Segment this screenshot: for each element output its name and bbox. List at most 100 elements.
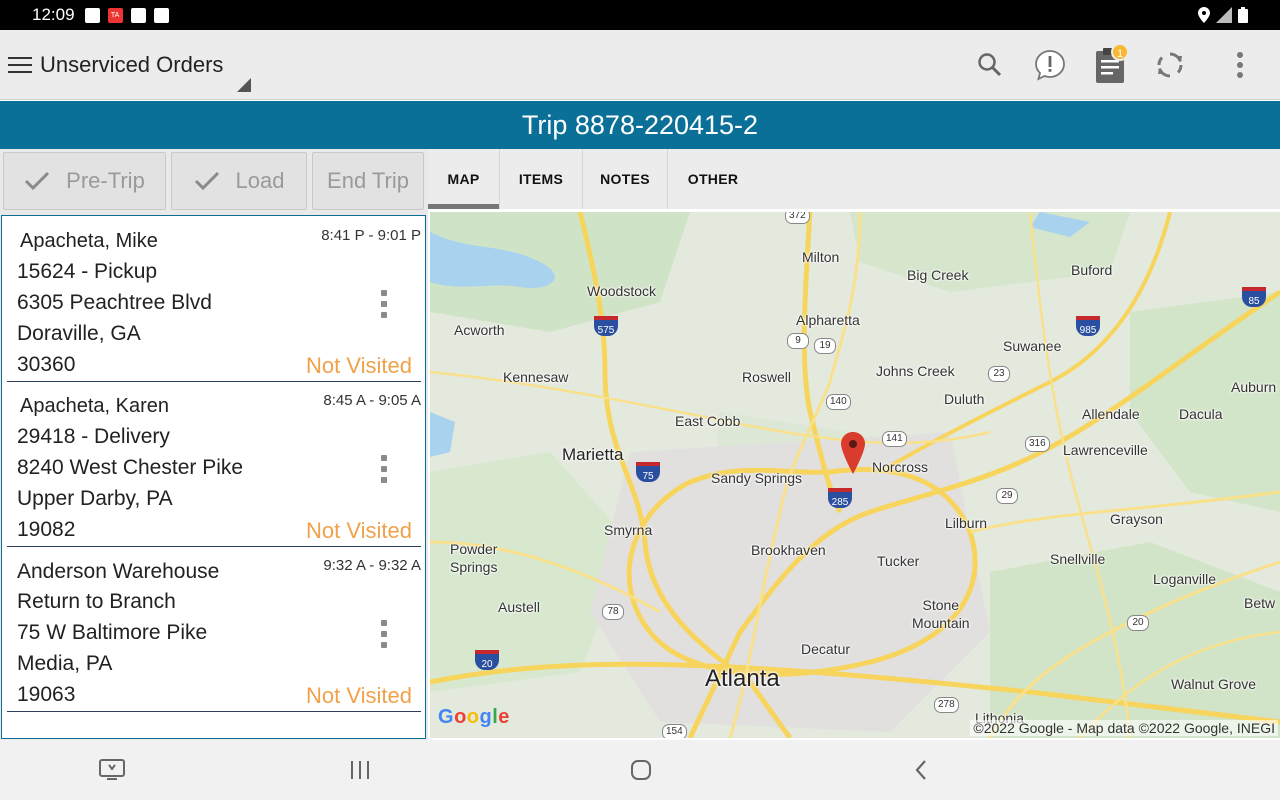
stop-item[interactable]: Anderson Warehouse 9:32 A - 9:32 A Retur… bbox=[7, 546, 421, 712]
trip-banner: Trip 8878-220415-2 bbox=[0, 101, 1280, 149]
overflow-menu-icon bbox=[1237, 51, 1243, 78]
stop-zip: 19082 bbox=[17, 518, 76, 541]
pre-trip-button[interactable]: Pre-Trip bbox=[3, 152, 166, 210]
map-label: Dacula bbox=[1179, 406, 1223, 422]
stop-city: Media, PA bbox=[17, 652, 113, 675]
alerts-button[interactable] bbox=[1020, 30, 1080, 100]
map-pin-icon[interactable] bbox=[841, 432, 865, 474]
route-shield: 23 bbox=[988, 366, 1010, 382]
recent-apps-button[interactable] bbox=[330, 740, 390, 800]
stop-item[interactable]: Apacheta, Mike 8:41 P - 9:01 P 15624 - P… bbox=[7, 216, 421, 382]
stop-item[interactable]: Apacheta, Karen 8:45 A - 9:05 A 29418 - … bbox=[7, 381, 421, 547]
map-label: Marietta bbox=[562, 445, 624, 464]
map-label: Big Creek bbox=[907, 267, 969, 283]
route-shield: 78 bbox=[602, 604, 624, 620]
pre-trip-label: Pre-Trip bbox=[66, 168, 145, 193]
overflow-menu-button[interactable] bbox=[1200, 30, 1280, 100]
tab-notes[interactable]: NOTES bbox=[583, 149, 667, 209]
route-shield: 20 bbox=[1127, 615, 1149, 631]
back-icon bbox=[915, 760, 926, 780]
stop-zip: 19063 bbox=[17, 683, 76, 706]
stop-time-window: 8:45 A - 9:05 A bbox=[323, 392, 421, 409]
map-label: Betw bbox=[1244, 595, 1276, 611]
route-shield: 141 bbox=[882, 431, 907, 447]
detail-tabs: MAP ITEMS NOTES OTHER bbox=[428, 149, 1280, 209]
map-label: Sandy Springs bbox=[711, 470, 803, 486]
status-time: 12:09 bbox=[32, 5, 75, 24]
game-icon bbox=[130, 7, 146, 23]
home-button[interactable] bbox=[611, 740, 671, 800]
route-shield: 278 bbox=[934, 697, 959, 713]
hamburger-menu-button[interactable] bbox=[0, 30, 40, 100]
signal-icon bbox=[1216, 7, 1232, 23]
stop-status: Not Visited bbox=[306, 353, 412, 378]
page-title: Unserviced Orders bbox=[40, 51, 224, 77]
route-shield: 9 bbox=[787, 333, 809, 349]
stop-more-button[interactable] bbox=[377, 290, 391, 318]
map-label: Kennesaw bbox=[503, 369, 569, 385]
end-trip-label: End Trip bbox=[327, 168, 409, 193]
map-label: Grayson bbox=[1110, 511, 1163, 527]
calendar-icon: TA bbox=[107, 7, 123, 23]
map-label: Austell bbox=[498, 599, 541, 615]
map-label: Allendale bbox=[1082, 406, 1140, 422]
route-shield: 140 bbox=[826, 394, 851, 410]
tab-map[interactable]: MAP bbox=[428, 149, 499, 209]
map-view[interactable]: Milton Big Creek Buford Woodstock Acwort… bbox=[430, 212, 1280, 738]
end-trip-button[interactable]: End Trip bbox=[312, 152, 424, 210]
stop-name: Anderson Warehouse bbox=[17, 560, 220, 583]
interstate-shield: 985 bbox=[1076, 316, 1100, 336]
clipboard-button[interactable]: 1 bbox=[1080, 30, 1140, 100]
image-icon bbox=[153, 7, 169, 23]
trip-title: Trip 8878-220415-2 bbox=[521, 109, 759, 140]
route-shield: 154 bbox=[662, 724, 687, 738]
stop-city: Doraville, GA bbox=[17, 322, 141, 345]
sync-icon bbox=[1157, 52, 1183, 77]
alert-message-icon bbox=[1035, 49, 1065, 81]
map-label: Smyrna bbox=[604, 522, 653, 538]
map-label: Johns Creek bbox=[876, 363, 955, 379]
map-label: Duluth bbox=[944, 391, 985, 407]
tab-map-label: MAP bbox=[447, 171, 480, 187]
map-label: Powder Springs bbox=[450, 541, 498, 575]
search-icon bbox=[978, 52, 1002, 76]
map-label: Roswell bbox=[742, 369, 792, 385]
screen-icon bbox=[99, 759, 125, 780]
photo-icon bbox=[84, 7, 100, 23]
stop-status: Not Visited bbox=[306, 518, 412, 543]
home-icon bbox=[631, 760, 651, 780]
recent-apps-icon bbox=[351, 761, 369, 779]
status-bar: 12:09 TA bbox=[0, 0, 1280, 30]
stop-status: Not Visited bbox=[306, 683, 412, 708]
map-label: Walnut Grove bbox=[1171, 676, 1257, 692]
route-shield: 29 bbox=[996, 488, 1018, 504]
map-label: Brookhaven bbox=[751, 542, 826, 558]
stop-more-button[interactable] bbox=[377, 620, 391, 648]
map-label: Alpharetta bbox=[796, 312, 860, 328]
screen-button[interactable] bbox=[82, 740, 142, 800]
search-button[interactable] bbox=[960, 30, 1020, 100]
interstate-shield: 575 bbox=[594, 316, 618, 336]
stop-list-pane: Pre-Trip Load End Trip Apacheta, Mike 8:… bbox=[0, 149, 428, 740]
map-label: Auburn bbox=[1231, 379, 1277, 395]
stop-list: Apacheta, Mike 8:41 P - 9:01 P 15624 - P… bbox=[1, 215, 426, 739]
load-button[interactable]: Load bbox=[171, 152, 307, 210]
map-label: Tucker bbox=[877, 553, 920, 569]
stop-more-button[interactable] bbox=[377, 455, 391, 483]
view-selector-dropdown[interactable]: Unserviced Orders bbox=[40, 30, 252, 100]
location-icon bbox=[1198, 7, 1210, 23]
map-label: Lawrenceville bbox=[1063, 442, 1148, 458]
stop-city: Upper Darby, PA bbox=[17, 487, 173, 510]
stop-order: Return to Branch bbox=[17, 590, 176, 613]
app-bar: Unserviced Orders 1 bbox=[0, 30, 1280, 100]
map-label: Atlanta bbox=[705, 665, 780, 692]
tab-notes-label: NOTES bbox=[600, 171, 650, 187]
map-label: Loganville bbox=[1153, 571, 1217, 587]
stop-time-window: 9:32 A - 9:32 A bbox=[323, 557, 421, 574]
map-copyright: ©2022 Google - Map data ©2022 Google, IN… bbox=[970, 720, 1278, 736]
stop-name: Apacheta, Mike bbox=[20, 230, 158, 252]
back-button[interactable] bbox=[891, 740, 951, 800]
tab-other[interactable]: OTHER bbox=[668, 149, 758, 209]
tab-items[interactable]: ITEMS bbox=[500, 149, 582, 209]
sync-button[interactable] bbox=[1140, 30, 1200, 100]
